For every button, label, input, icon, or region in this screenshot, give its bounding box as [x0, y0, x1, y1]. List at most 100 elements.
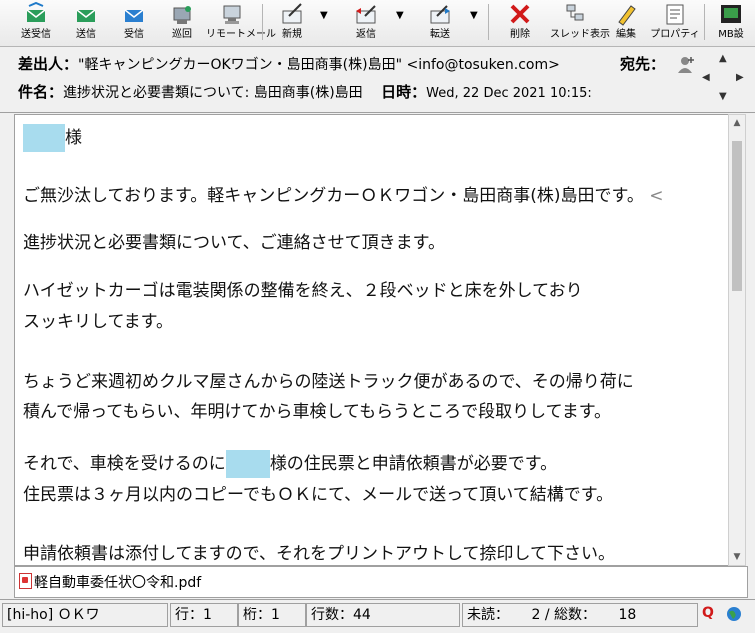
add-contact-icon[interactable] — [676, 55, 696, 75]
receive-button[interactable]: 受信 — [114, 2, 154, 42]
message-line: ハイゼットカーゴは電装関係の整備を終え、２段ベッドと床を外しており — [23, 281, 583, 301]
patrol-button[interactable]: 巡回 — [162, 2, 202, 42]
forward-dropdown-arrow-icon[interactable]: ▼ — [470, 10, 478, 21]
total-count: 18 — [618, 607, 637, 623]
thread-view-icon — [566, 4, 584, 21]
subject-label: 件名： — [18, 83, 64, 101]
toolbar: 送受信 送信 受信 巡回 リモートメール 新規 ▼ 返信 ▼ 転送 ▼ 削除 ス… — [0, 0, 755, 47]
remote-mail-button[interactable]: リモートメール — [206, 2, 276, 42]
new-label: 新規 — [282, 29, 302, 40]
globe-icon[interactable] — [726, 606, 742, 622]
properties-icon — [666, 4, 684, 25]
nav-down-icon[interactable]: ▼ — [719, 91, 727, 102]
status-counts: 未読： 2 / 総数： 18 — [462, 603, 698, 627]
pdf-file-icon — [19, 573, 32, 589]
from-row: 差出人："軽キャンピングカーOKワゴン・島田商事(株)島田" <info@tos… — [18, 53, 560, 77]
properties-label: プロパティ — [650, 29, 700, 40]
toolbar-separator — [704, 4, 705, 40]
navigation-pad: ▲ ◀ ▶ ▼ — [700, 53, 748, 103]
subject-value: 進捗状況と必要書類について: 島田商事(株)島田 — [63, 85, 363, 101]
message-line: ちょうど来週初めクルマ屋さんからの陸送トラック便があるので、その帰り荷に — [23, 372, 634, 392]
remote-mail-label: リモートメール — [206, 29, 276, 40]
mb-settings-label: MB設 — [718, 29, 744, 40]
delete-button[interactable]: 削除 — [498, 2, 542, 42]
forward-icon — [430, 5, 450, 24]
message-line: それで、車検を受けるのに 様の住民票と申請依頼書が必要です。 — [23, 449, 557, 478]
from-label: 差出人： — [18, 55, 79, 73]
toolbar-separator — [488, 4, 489, 40]
text-segment: それで、車検を受けるのに — [23, 454, 226, 474]
salutation-suffix: 様 — [65, 128, 82, 148]
reply-button[interactable]: 返信 — [344, 2, 388, 42]
message-body[interactable]: 様 ご無沙汰しております。軽キャンピングカーＯＫワゴン・島田商事(株)島田です。… — [14, 114, 730, 566]
overflow-marker: < — [649, 186, 664, 206]
vertical-scrollbar[interactable]: ▲ ▼ — [728, 114, 746, 566]
text-segment: 様の住民票と申請依頼書が必要です。 — [269, 454, 558, 474]
send-receive-button[interactable]: 送受信 — [14, 2, 58, 42]
delete-label: 削除 — [510, 29, 530, 40]
redacted-name — [225, 450, 270, 478]
receive-icon — [124, 9, 144, 22]
greeting-text: ご無沙汰しております。軽キャンピングカーＯＫワゴン・島田商事(株)島田です。 — [23, 186, 644, 206]
date-label: 日時： — [381, 83, 427, 101]
reply-label: 返信 — [356, 29, 376, 40]
attachment-item[interactable]: 軽自動車委任状〇令和.pdf — [19, 572, 201, 592]
thread-view-button[interactable]: スレッド表示 — [550, 2, 610, 42]
send-label: 送信 — [76, 29, 96, 40]
scroll-thumb[interactable] — [732, 141, 742, 291]
nav-left-icon[interactable]: ◀ — [702, 72, 710, 83]
mb-settings-button[interactable]: MB設 — [708, 2, 754, 42]
edit-label: 編集 — [616, 29, 636, 40]
receive-label: 受信 — [124, 29, 144, 40]
message-line: スッキリしてます。 — [23, 312, 173, 332]
status-bar: [hi-ho] ＯＫワ 行：1 桁：1 行数：44 未読： 2 / 総数： 18… — [0, 599, 755, 633]
unread-count: 2 — [531, 607, 541, 623]
patrol-label: 巡回 — [172, 29, 192, 40]
delete-x-icon — [510, 4, 530, 24]
nav-right-icon[interactable]: ▶ — [736, 72, 744, 83]
nav-up-icon[interactable]: ▲ — [719, 53, 727, 64]
subject-row: 件名：進捗状況と必要書類について: 島田商事(株)島田 日時：Wed, 22 D… — [18, 81, 592, 105]
attachment-filename: 軽自動車委任状〇令和.pdf — [34, 575, 202, 591]
message-line: 積んで帰ってもらい、年明けてから車検してもらうところで段取りしてます。 — [23, 402, 612, 422]
date-value: Wed, 22 Dec 2021 10:15: — [426, 86, 592, 101]
new-dropdown-arrow-icon[interactable]: ▼ — [320, 10, 328, 21]
message-line: ご無沙汰しております。軽キャンピングカーＯＫワゴン・島田商事(株)島田です。 < — [23, 181, 664, 206]
send-receive-label: 送受信 — [21, 29, 51, 40]
mb-settings-icon — [721, 5, 741, 23]
reply-icon — [356, 5, 376, 24]
message-line: 申請依頼書は添付してますので、それをプリントアウトして捺印して下さい。 — [23, 544, 615, 564]
forward-label: 転送 — [430, 29, 450, 40]
to-label: 宛先： — [620, 55, 666, 73]
properties-button[interactable]: プロパティ — [650, 2, 700, 42]
status-column: 桁：1 — [238, 603, 306, 627]
total-label: / 総数： — [544, 607, 596, 623]
send-button[interactable]: 送信 — [66, 2, 106, 42]
scroll-down-icon[interactable]: ▼ — [729, 549, 745, 565]
message-line: 住民票は３ヶ月以内のコピーでもＯＫにて、メールで送って頂いて結構です。 — [23, 485, 614, 505]
new-button[interactable]: 新規 — [270, 2, 314, 42]
from-value[interactable]: "軽キャンピングカーOKワゴン・島田商事(株)島田" <info@tosuken… — [78, 57, 560, 73]
send-icon — [76, 9, 96, 22]
thread-view-label: スレッド表示 — [550, 29, 610, 40]
scroll-up-icon[interactable]: ▲ — [729, 115, 745, 131]
message-line: 進捗状況と必要書類について、ご連絡させて頂きます。 — [23, 233, 445, 253]
remote-mail-icon — [223, 5, 241, 24]
reply-dropdown-arrow-icon[interactable]: ▼ — [396, 10, 404, 21]
patrol-icon — [173, 6, 191, 24]
edit-button[interactable]: 編集 — [606, 2, 646, 42]
new-mail-icon — [282, 3, 302, 24]
redacted-name — [23, 124, 65, 152]
q-status-icon[interactable]: Q — [702, 605, 714, 621]
toolbar-separator — [262, 4, 263, 40]
send-receive-icon — [26, 2, 46, 22]
attachment-bar: 軽自動車委任状〇令和.pdf — [14, 566, 748, 598]
message-line: 様 — [23, 123, 82, 152]
status-line-count: 行数：44 — [306, 603, 460, 627]
unread-label: 未読： — [467, 607, 509, 623]
forward-button[interactable]: 転送 — [418, 2, 462, 42]
pencil-icon — [618, 5, 636, 26]
status-row: 行：1 — [170, 603, 238, 627]
message-header: 差出人："軽キャンピングカーOKワゴン・島田商事(株)島田" <info@tos… — [0, 47, 755, 113]
to-row: 宛先： — [620, 53, 665, 77]
